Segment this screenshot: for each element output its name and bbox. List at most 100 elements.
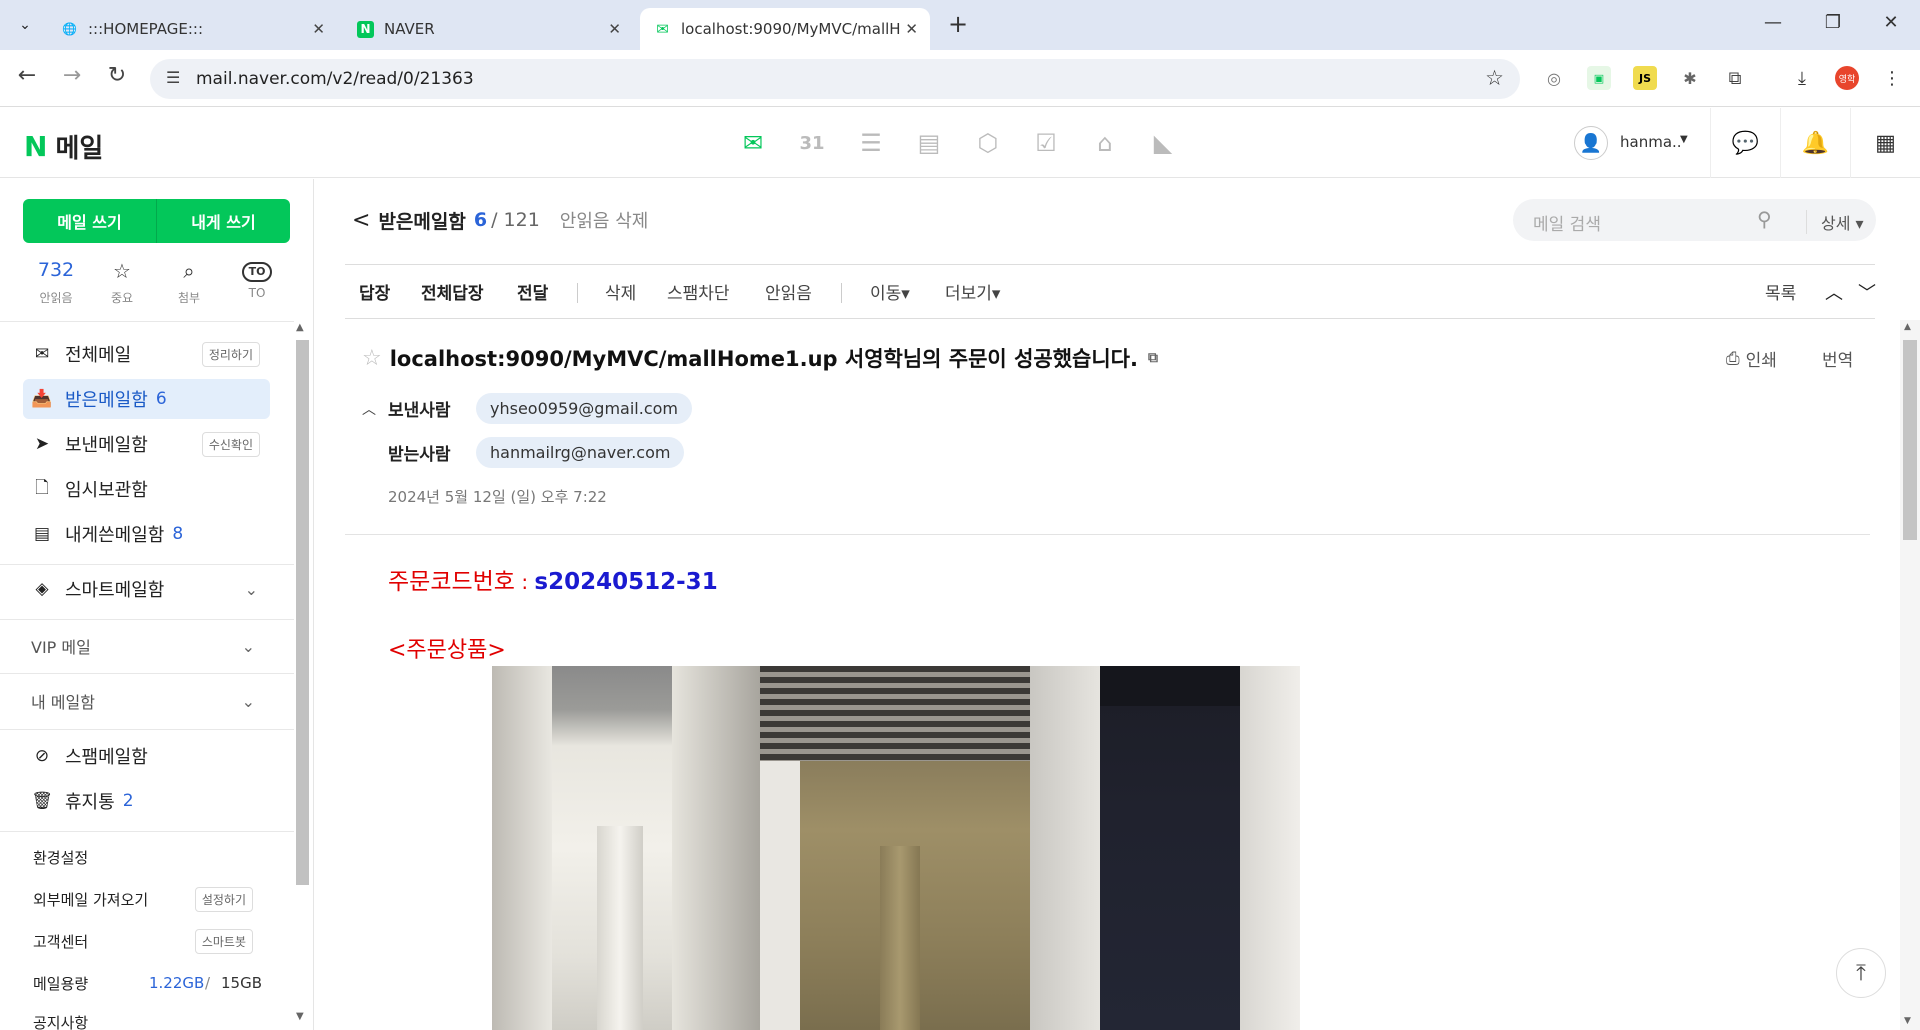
open-new-window-icon[interactable]: ⧉ — [1148, 350, 1158, 366]
mail-search[interactable]: 메일 검색 ⚲ 상세 ▾ — [1513, 199, 1876, 241]
previous-mail-icon[interactable]: ︿ — [1825, 279, 1843, 305]
url-text[interactable]: mail.naver.com/v2/read/0/21363 — [196, 69, 474, 89]
folder-inbox[interactable]: 📥 받은메일함 6 — [23, 379, 270, 419]
tab-naver[interactable]: N NAVER ✕ — [343, 8, 633, 50]
star-icon[interactable]: ☆ — [362, 346, 382, 371]
back-arrow-icon[interactable]: ← — [12, 63, 42, 88]
write-mail-button[interactable]: 메일 쓰기 — [23, 199, 156, 243]
puzzle-extensions-icon[interactable]: ⧉ — [1723, 66, 1747, 90]
naver-mail-logo[interactable]: N 메일 — [24, 128, 103, 165]
minimize-icon[interactable]: — — [1758, 12, 1788, 33]
list-icon[interactable]: ☰ — [856, 128, 886, 158]
read-receipt-tag[interactable]: 수신확인 — [201, 431, 260, 457]
chat-icon[interactable]: 💬 — [1710, 108, 1780, 178]
quick-unread[interactable]: 732 안읽음 — [26, 259, 86, 306]
write-self-button[interactable]: 내게 쓰기 — [157, 199, 290, 243]
main-scrollbar[interactable]: ▲ ▼ — [1900, 320, 1920, 1030]
mail-app-icon[interactable]: ✉ — [738, 128, 768, 158]
close-icon[interactable]: ✕ — [905, 20, 918, 38]
folder-trash[interactable]: 🗑 휴지통 2 — [23, 781, 270, 821]
external-mail-link[interactable]: 외부메일 가져오기 설정하기 — [33, 884, 263, 914]
pay-icon[interactable]: ⌂ — [1090, 128, 1120, 158]
tab-search-chevron-icon[interactable]: ⌄ — [12, 12, 38, 38]
checklist-icon[interactable]: ☑ — [1031, 128, 1061, 158]
folder-drafts[interactable]: 🗋 임시보관함 — [23, 469, 270, 509]
scroll-down-icon[interactable]: ▼ — [1904, 1016, 1911, 1026]
translate-button[interactable]: 번역 — [1822, 346, 1853, 371]
quick-attachment[interactable]: ⌕ 첨부 — [159, 259, 219, 306]
contacts-icon[interactable]: ▤ — [914, 128, 944, 158]
scroll-up-icon[interactable]: ▲ — [296, 322, 304, 333]
block-spam-button[interactable]: 스팸차단 — [667, 279, 730, 304]
bookmark-star-icon[interactable]: ☆ — [1485, 66, 1504, 90]
reload-icon[interactable]: ↻ — [102, 63, 132, 88]
smart-mailbox[interactable]: ◈ 스마트메일함 ⌄ — [23, 569, 270, 609]
box-icon[interactable]: ⬡ — [973, 128, 1003, 158]
tab-localhost[interactable]: ✉ localhost:9090/MyMVC/mallHo ✕ — [640, 8, 930, 50]
folder-all-mail[interactable]: ✉ 전체메일 정리하기 — [23, 334, 270, 374]
sender-address[interactable]: yhseo0959@gmail.com — [476, 393, 692, 424]
sidebar-scrollbar-thumb[interactable] — [296, 340, 309, 885]
folder-sent[interactable]: ➤ 보낸메일함 수신확인 — [23, 424, 270, 464]
search-detail-button[interactable]: 상세 ▾ — [1806, 210, 1864, 234]
scroll-to-top-button[interactable]: ⤒ — [1836, 948, 1886, 998]
scrollbar-thumb[interactable] — [1903, 340, 1917, 540]
new-tab-button[interactable]: + — [948, 10, 968, 38]
search-input[interactable]: 메일 검색 — [1533, 210, 1601, 235]
delete-unread-button[interactable]: 안읽음 삭제 — [560, 207, 649, 233]
my-mailbox-section[interactable]: 내 메일함 ⌄ — [23, 681, 263, 721]
collapse-icon[interactable]: ︿ — [362, 399, 388, 419]
profile-avatar[interactable]: 영학 — [1835, 66, 1859, 90]
list-button[interactable]: 목록 — [1765, 279, 1796, 304]
smartbot-tag[interactable]: 스마트봇 — [194, 928, 253, 954]
settings-link[interactable]: 환경설정 — [33, 842, 263, 872]
scroll-up-icon[interactable]: ▲ — [1904, 322, 1911, 332]
extension-green-icon[interactable]: ▣ — [1587, 66, 1611, 90]
reply-button[interactable]: 답장 — [359, 279, 390, 304]
next-mail-icon[interactable]: ﹀ — [1858, 279, 1876, 305]
user-caret-icon[interactable]: ▼ — [1680, 134, 1688, 145]
apps-grid-icon[interactable]: ▦ — [1850, 108, 1920, 178]
search-icon[interactable]: ⚲ — [1757, 207, 1772, 231]
close-icon[interactable]: ✕ — [608, 20, 621, 38]
more-button[interactable]: 더보기▾ — [945, 279, 1000, 304]
vip-mail-section[interactable]: VIP 메일 ⌄ — [23, 626, 263, 666]
user-avatar[interactable]: 👤 — [1574, 126, 1608, 160]
address-bar[interactable]: ☰ mail.naver.com/v2/read/0/21363 ☆ — [150, 59, 1520, 99]
restore-icon[interactable]: ❐ — [1818, 12, 1848, 33]
bug-icon[interactable]: ✱ — [1678, 66, 1702, 90]
forward-arrow-icon[interactable]: → — [57, 63, 87, 88]
print-button[interactable]: ⎙ 인쇄 — [1726, 346, 1777, 372]
support-link[interactable]: 고객센터 스마트봇 — [33, 926, 263, 956]
window-close-icon[interactable]: ✕ — [1876, 12, 1906, 33]
notice-link[interactable]: 공지사항 — [33, 1007, 263, 1030]
tab-homepage[interactable]: 🌐 :::HOMEPAGE::: ✕ — [47, 8, 337, 50]
scroll-down-icon[interactable]: ▼ — [296, 1011, 304, 1022]
organize-tag[interactable]: 정리하기 — [201, 341, 260, 367]
bookmark-icon[interactable]: ◣ — [1148, 128, 1178, 158]
reply-all-button[interactable]: 전체답장 — [421, 279, 484, 304]
site-settings-icon[interactable]: ☰ — [166, 68, 180, 87]
setup-tag[interactable]: 설정하기 — [194, 886, 253, 912]
user-name[interactable]: hanma.. — [1620, 133, 1682, 151]
move-button[interactable]: 이동▾ — [870, 279, 910, 304]
calendar-icon[interactable]: 31 — [797, 128, 827, 158]
back-icon[interactable]: < — [352, 208, 370, 233]
unread-count[interactable]: 6 — [474, 209, 487, 231]
mark-unread-button[interactable]: 안읽음 — [765, 279, 812, 304]
download-icon[interactable]: ⤓ — [1790, 66, 1814, 90]
folder-self[interactable]: ▤ 내게쓴메일함 8 — [23, 514, 270, 554]
mailbox-name[interactable]: 받은메일함 — [378, 207, 465, 234]
product-image[interactable] — [492, 666, 1300, 1030]
more-menu-icon[interactable]: ⋮ — [1880, 66, 1904, 90]
bell-icon[interactable]: 🔔 — [1780, 108, 1850, 178]
close-icon[interactable]: ✕ — [312, 20, 325, 38]
quick-important[interactable]: ☆ 중요 — [92, 259, 152, 306]
quick-to[interactable]: TO TO — [227, 259, 287, 300]
js-extension-icon[interactable]: JS — [1633, 66, 1657, 90]
recipient-address[interactable]: hanmailrg@naver.com — [476, 437, 685, 468]
folder-spam[interactable]: ⊘ 스팸메일함 — [23, 736, 270, 776]
extension-icon[interactable]: ◎ — [1542, 66, 1566, 90]
forward-button[interactable]: 전달 — [517, 279, 548, 304]
delete-button[interactable]: 삭제 — [605, 279, 636, 304]
